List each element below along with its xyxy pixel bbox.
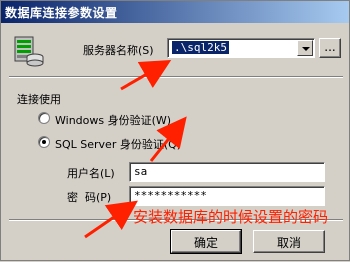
cancel-button[interactable]: 取消 bbox=[253, 230, 325, 253]
ok-button-label: 确定 bbox=[193, 236, 218, 250]
dialog-window: 数据库连接参数设置 服务器名称(S) .\sql2k5 ... 连接使用 Win… bbox=[0, 0, 350, 261]
cancel-button-label: 取消 bbox=[276, 236, 301, 250]
arrow-to-password bbox=[84, 200, 138, 239]
arrow-to-sql-auth bbox=[149, 116, 187, 162]
arrow-to-server bbox=[120, 59, 172, 91]
ok-button[interactable]: 确定 bbox=[170, 229, 242, 254]
annotation-arrows bbox=[84, 59, 187, 239]
